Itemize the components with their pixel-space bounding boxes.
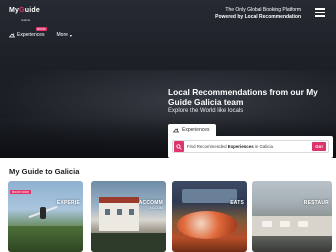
logo-text-pre: My [9,7,20,14]
main-nav: Experiences BOOK More ▾ [9,27,72,40]
tagline-line-2: Powered by Local Recommendation [215,14,301,20]
search-input-text: Find Recommended Experiences in Galicia [187,144,273,149]
site-logo[interactable]: MyGuide Galicia [9,7,49,25]
nav-more[interactable]: More ▾ [57,32,72,38]
card-label: RESTAUR [303,200,329,206]
chevron-down-icon: ▾ [69,32,72,38]
card-badge: BOOK NOW [10,190,31,194]
card-accommodation[interactable]: ACCOMM ACCOM [91,181,166,252]
search-text-bold: Experiences [227,144,254,149]
experiences-icon [9,32,15,37]
tab-experiences-label: Experiences [182,127,210,133]
card-sub-label: ACCOM [149,206,163,210]
header-tagline: The Only Global Booking Platform Powered… [215,7,301,21]
logo-text-post: uide [24,7,40,14]
card-label: EXPERIE [56,200,80,206]
card-label: EATS [230,200,244,206]
nav-experiences-label: Experiences [17,32,45,38]
book-badge: BOOK [36,27,47,31]
card-restaurants[interactable]: RESTAUR [252,181,332,252]
nav-experiences[interactable]: Experiences BOOK [9,27,47,38]
search-panel: Find Recommended Experiences in Galicia … [168,136,333,158]
hero-subline: Explore the World like locals [168,108,244,114]
category-cards: BOOK NOW EXPERIE ACCOMM ACCOM EATS RESTA… [8,181,336,252]
tab-experiences[interactable]: Experiences [168,124,216,136]
card-eats[interactable]: EATS [172,181,247,252]
search-icon [174,141,184,152]
section-title: My Guide to Galicia [9,167,80,176]
go-button[interactable]: Go! [312,142,326,151]
nav-more-label: More [56,32,68,38]
tagline-line-1: The Only Global Booking Platform [225,7,301,13]
hamburger-menu-icon[interactable] [315,8,325,17]
logo-subtitle: Galicia [21,18,31,22]
experiences-icon [173,127,179,132]
search-input[interactable]: Find Recommended Experiences in Galicia … [172,140,329,153]
hero-headline: Local Recommendations from our My Guide … [168,87,318,107]
search-text-post: in Galicia [253,144,273,149]
card-experiences[interactable]: BOOK NOW EXPERIE [8,181,83,252]
search-text-pre: Find Recommended [187,144,228,149]
